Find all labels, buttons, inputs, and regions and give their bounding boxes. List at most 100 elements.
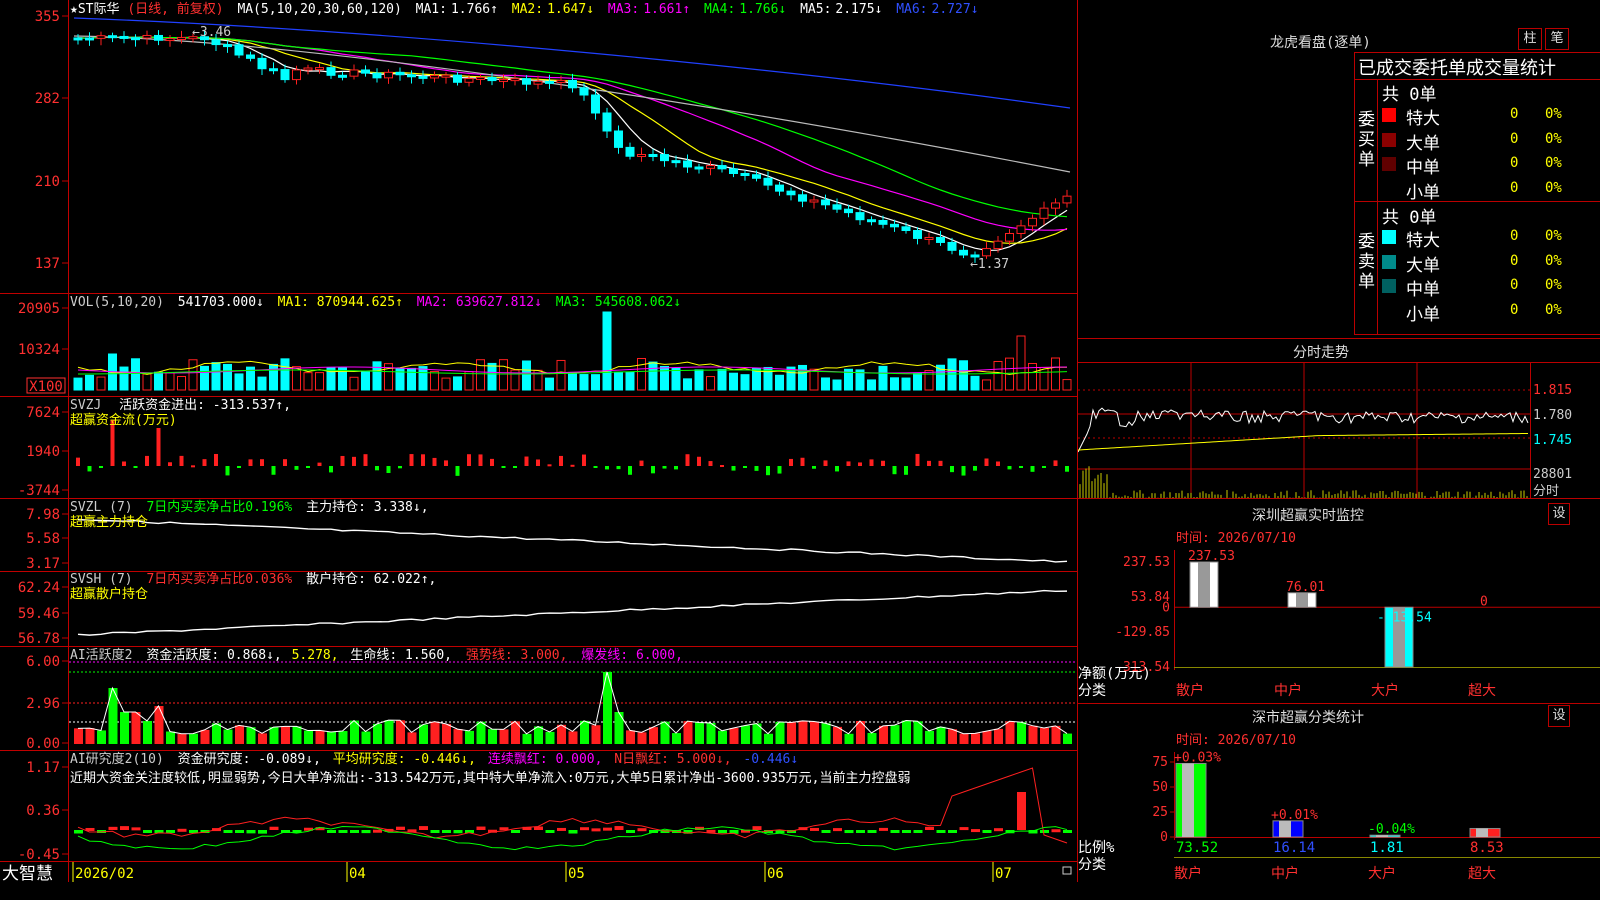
activity-bar [154,706,164,744]
volume-bar [315,372,324,391]
volume-bar [85,374,94,391]
svzj-tick: 1940 [26,444,60,460]
sz-class-y-tick: 0 [1160,830,1168,845]
fund-flow-bar [214,453,218,466]
order-qty: 0 [1510,301,1519,318]
candle-body [441,74,451,78]
order-size-label: 大单 [1406,255,1440,276]
volume-bar [177,375,186,391]
volume-bar [1016,335,1026,391]
fund-flow-bar [651,466,655,474]
activity-bar [304,730,313,744]
candle-body [844,208,853,214]
intraday-price-tick: 1.815 [1533,383,1572,398]
fund-flow-bar [352,456,356,466]
activity-bar [545,731,555,744]
intraday-price-line [1078,407,1529,453]
order-size-label: 特大 [1406,231,1440,251]
research-bar [235,830,244,833]
main-chart-area[interactable]: 355 282 210 137 20905 10324 7624 1940 -3… [0,0,1078,882]
volume-bar [614,371,623,391]
price-tick: 137 [35,256,60,272]
candle-body [706,165,715,169]
volume-bar [694,369,704,391]
fund-flow-bar [570,464,575,467]
sz-class-chart: 75 50 25 0 比例%分类 +0.03% 73.52 散户 +0.01% 16.14 中户 -0… [1078,750,1600,882]
candle-body [660,154,669,162]
activity-bar [568,731,578,744]
activity-bar [1040,728,1049,744]
vol-unit: X100 [29,379,63,395]
sz-monitor-category-label: 大户 [1371,682,1399,699]
volume-bar [407,367,416,391]
research-bar [476,826,486,830]
candle-body [1016,225,1026,234]
sz-monitor-settings-button[interactable]: 设 [1548,503,1570,525]
fund-flow-bar [869,459,874,466]
line-view-button[interactable]: 笔 [1545,28,1569,50]
activity-bar [557,724,566,744]
activity-bar [591,725,601,744]
candle-body [579,87,589,96]
order-pct: 0% [1545,277,1562,293]
fund-flow-bar [99,466,103,468]
order-size-label: 小单 [1406,304,1440,325]
lock-icon[interactable] [1062,866,1072,875]
volume-bar [188,359,198,391]
activity-bar [223,729,233,744]
volume-bar [832,379,842,391]
bar-view-button[interactable]: 柱 [1518,28,1542,50]
volume-bar [556,359,566,391]
research-bar [982,830,992,833]
volume-bar [625,371,635,391]
sz-monitor-bar-shade [1198,562,1210,608]
research-bar [350,830,359,833]
candle-body [1062,195,1072,204]
candle-body [464,78,474,83]
volume-bar [211,362,221,391]
activity-bar [235,725,244,744]
candle-body [303,67,313,71]
candle-body [349,69,359,77]
candle-body [648,154,658,158]
research-bar [890,830,900,833]
activity-bar [844,733,854,744]
candle-body [85,37,94,41]
activity-bar [718,730,727,744]
sz-class-bar-shade [1182,763,1194,837]
research-bar [258,830,267,834]
fund-flow-bar [754,466,759,471]
candle-body [959,249,968,256]
activity-bar [476,721,486,744]
fund-flow-bar [559,455,563,466]
activity-bar [384,720,394,744]
intraday-chart[interactable]: 1.815 1.780 1.745 28801 分时 [1078,362,1600,500]
fund-flow-bar [1030,466,1035,472]
x-axis-label: 05 [568,866,585,882]
activity-bar [522,733,532,744]
research-bar [591,828,601,832]
activity-bar [177,733,187,744]
order-pct: 0% [1545,179,1562,196]
research-bar [902,830,911,833]
volume-bar [878,365,888,391]
color-swatch [1382,254,1396,269]
svzl-tick: 3.17 [26,556,60,572]
fund-flow-bar [927,460,931,466]
sz-class-settings-button[interactable]: 设 [1548,705,1570,727]
retail-position-line [77,589,1068,636]
sz-class-category-label: 散户 [1174,865,1202,882]
candle-body [947,241,957,251]
ai-research-comment: 近期大资金关注度较低,明显弱势,今日大单净流出:-313.542万元,其中特大单… [70,770,911,786]
volume-bar [660,365,669,391]
activity-bar [936,726,946,744]
volume-bar [142,373,152,391]
fund-flow-bar [662,466,667,469]
candle-body [867,219,876,223]
research-bar [442,830,451,833]
color-swatch [1382,303,1396,318]
fund-flow-bar [444,460,448,466]
candle-body [165,38,175,42]
volume-bar [924,369,934,391]
activity-bar [1063,733,1072,744]
